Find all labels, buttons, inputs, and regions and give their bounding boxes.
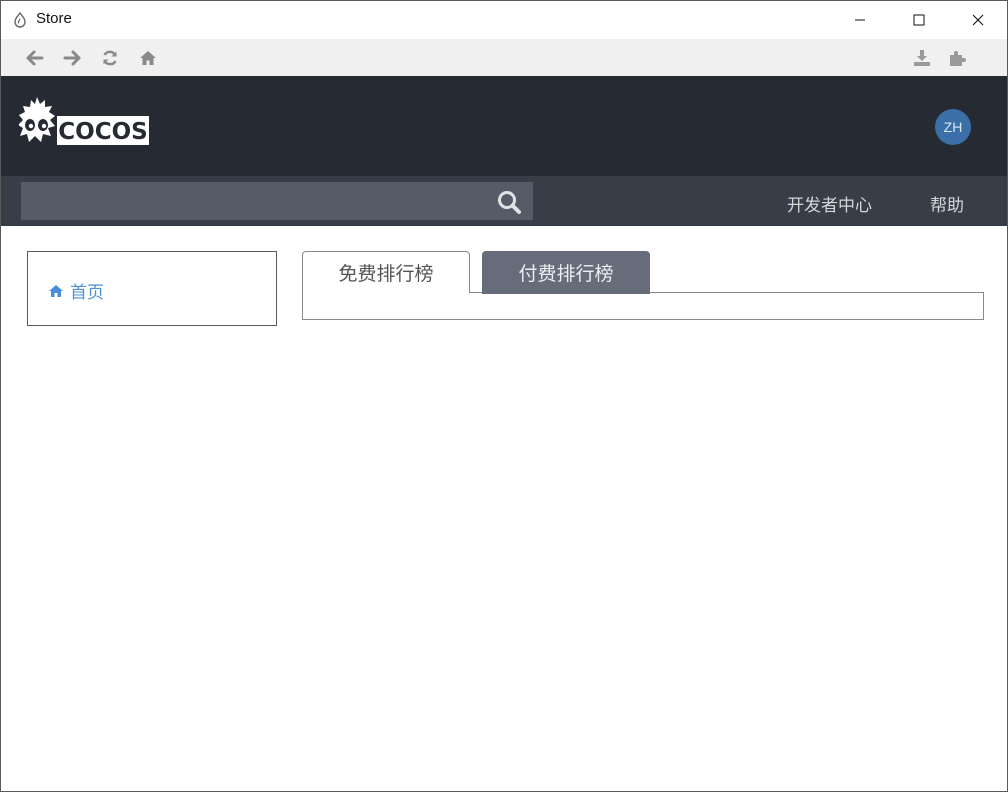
plugin-button[interactable]: [946, 47, 968, 69]
refresh-icon: [103, 50, 117, 66]
cocos-logo[interactable]: COCOS: [18, 94, 151, 150]
tab-label: 免费排行榜: [338, 263, 434, 285]
minimize-button[interactable]: [831, 1, 889, 39]
tab-paid-ranking[interactable]: 付费排行榜: [482, 251, 650, 294]
maximize-button[interactable]: [890, 1, 948, 39]
app-window: Store COCOS ZH 开发者中心 帮助 首页 免费排行榜 付费排行榜: [0, 0, 1008, 792]
help-link[interactable]: 帮助: [930, 191, 964, 216]
download-icon: [914, 50, 930, 66]
browser-toolbar: [1, 39, 1007, 76]
developer-center-link[interactable]: 开发者中心: [787, 191, 872, 216]
tab-free-ranking[interactable]: 免费排行榜: [302, 251, 470, 293]
sidebar-item-home[interactable]: 首页: [48, 278, 104, 303]
minimize-icon: [855, 19, 865, 21]
close-icon: [972, 14, 984, 26]
back-icon: [26, 50, 44, 66]
search-box: [21, 182, 533, 220]
sidebar-item-label: 首页: [70, 283, 104, 303]
tab-content-panel: [302, 292, 984, 320]
back-button[interactable]: [24, 47, 46, 69]
sidebar-panel: 首页: [27, 251, 277, 326]
search-bar-row: 开发者中心 帮助: [1, 176, 1007, 226]
user-avatar[interactable]: ZH: [935, 109, 971, 145]
home-icon: [48, 284, 64, 298]
search-button[interactable]: [495, 188, 523, 216]
home-button[interactable]: [137, 47, 159, 69]
download-button[interactable]: [911, 47, 933, 69]
plugin-icon: [950, 51, 966, 66]
search-input[interactable]: [21, 182, 491, 220]
app-header: COCOS: [1, 76, 1007, 176]
maximize-icon: [913, 14, 925, 26]
logo-text: COCOS: [58, 119, 147, 145]
tab-label: 付费排行榜: [518, 263, 614, 285]
search-icon: [498, 191, 521, 214]
window-title: Store: [36, 10, 72, 27]
forward-button[interactable]: [61, 47, 83, 69]
close-button[interactable]: [949, 1, 1007, 39]
app-logo-icon: [13, 11, 27, 28]
title-bar: Store: [1, 1, 1007, 39]
home-icon: [140, 51, 156, 65]
refresh-button[interactable]: [99, 47, 121, 69]
forward-icon: [63, 50, 81, 66]
